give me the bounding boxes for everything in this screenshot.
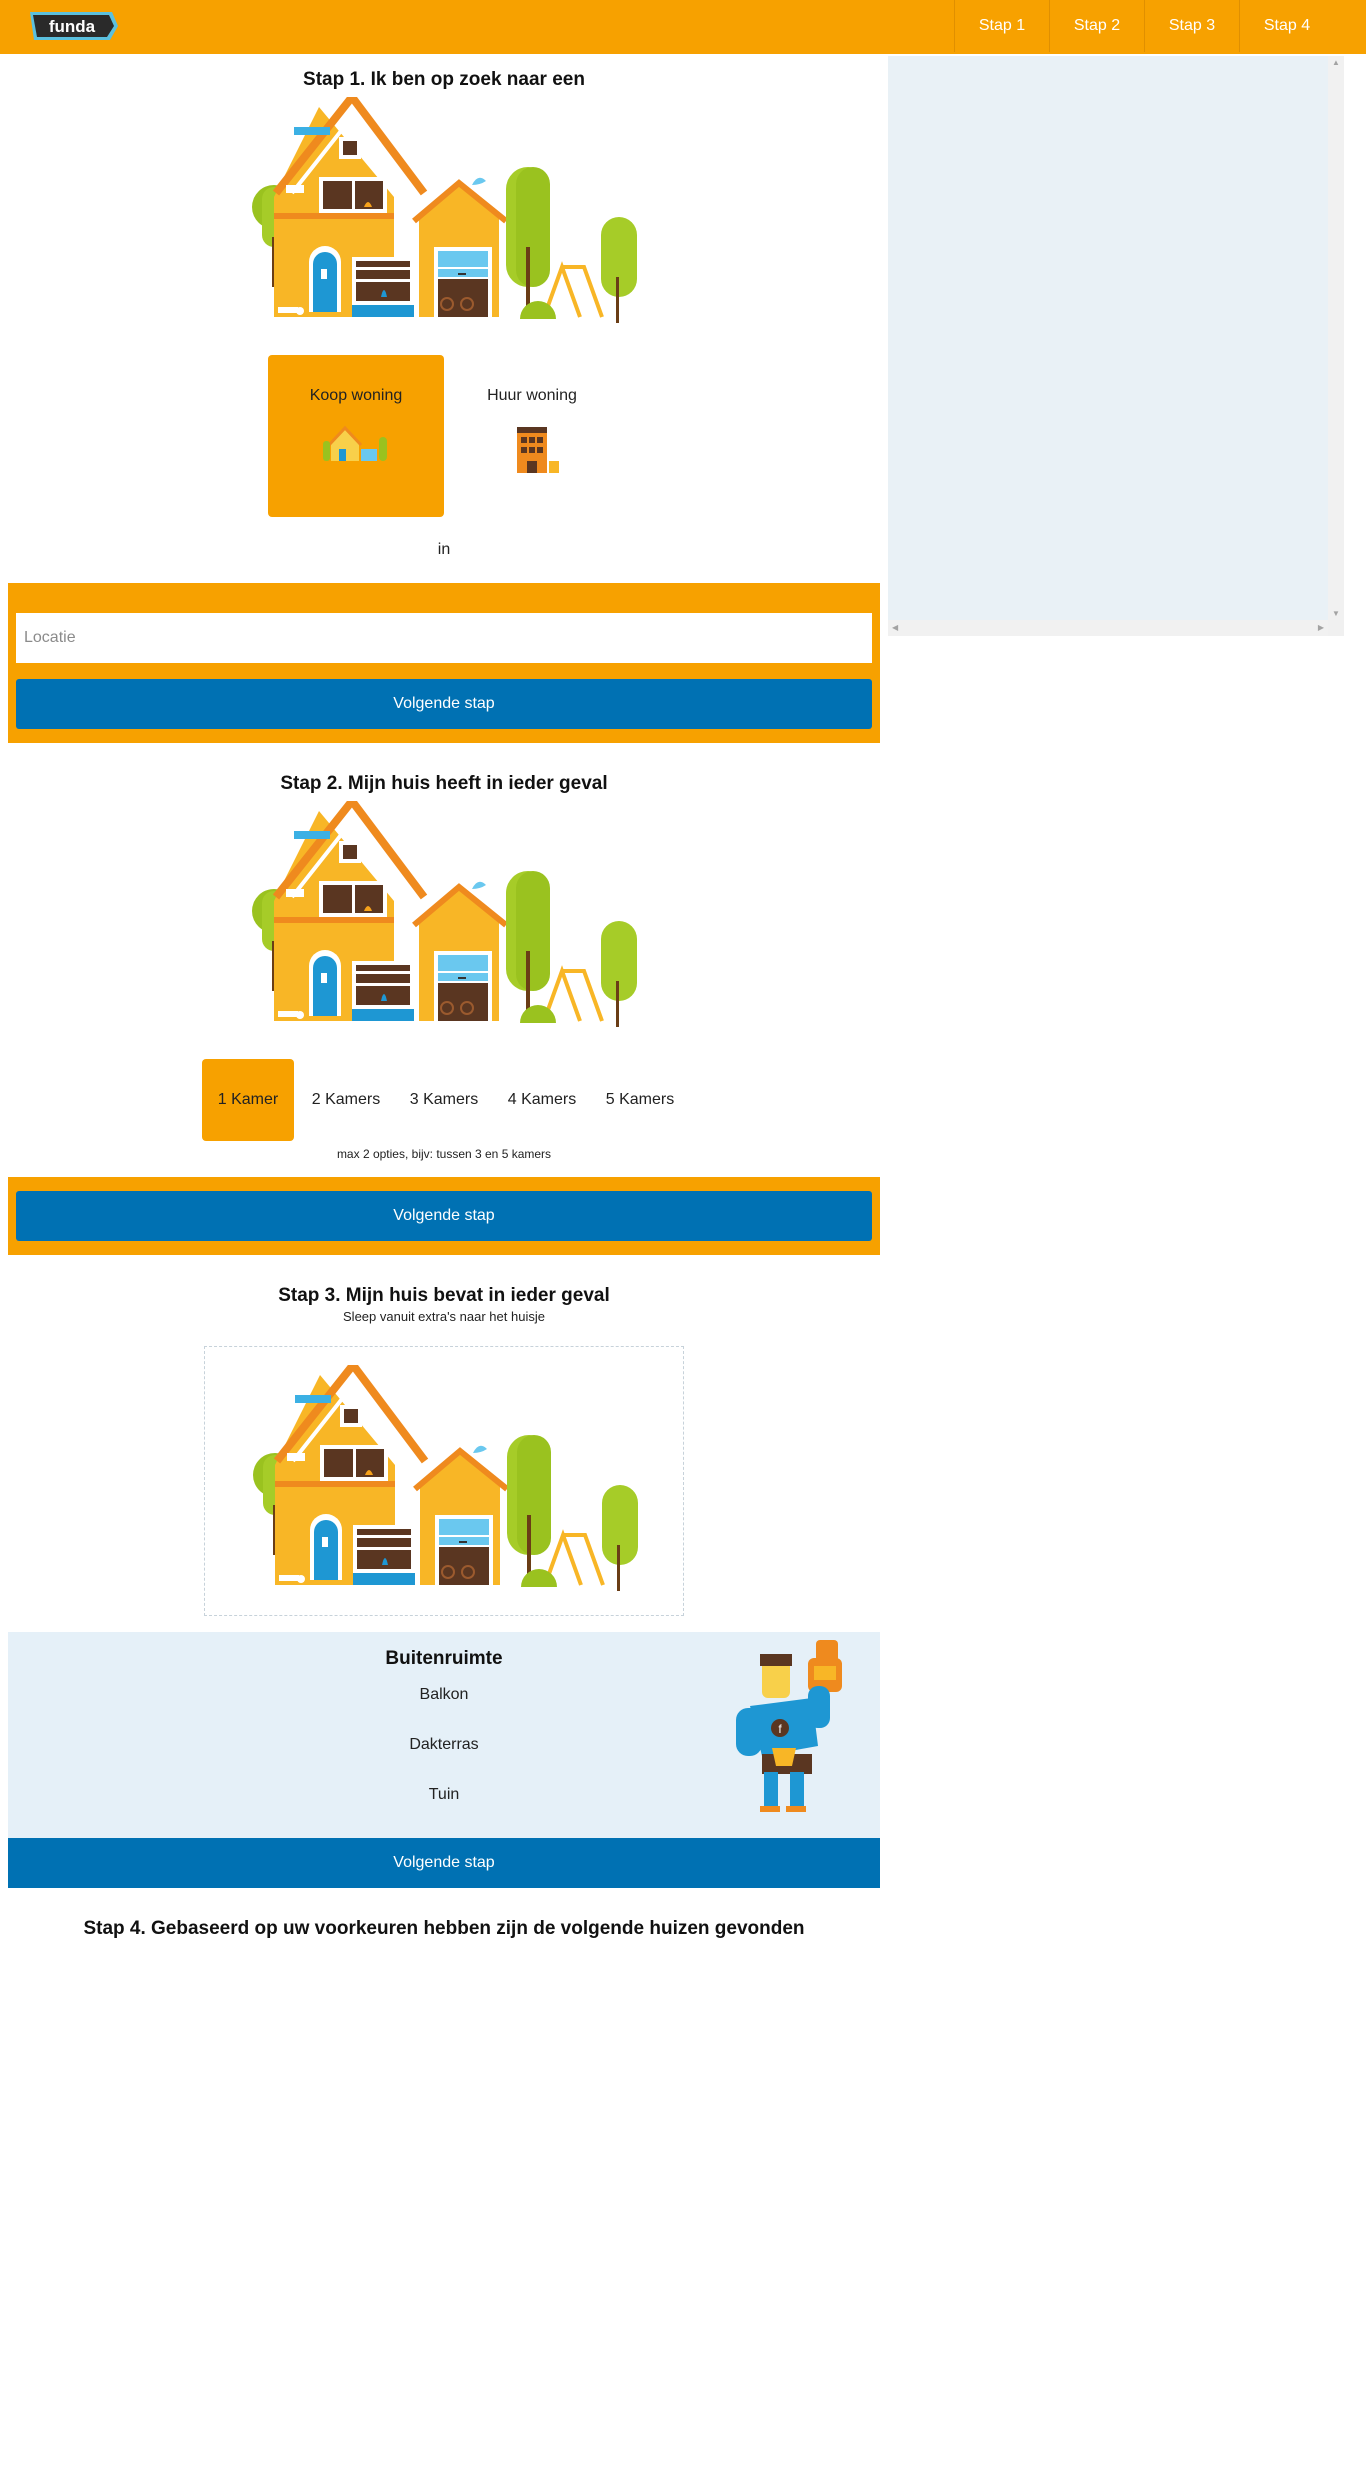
logo-text: funda: [49, 17, 96, 36]
nav-stap-1[interactable]: Stap 1: [954, 0, 1049, 52]
step-2-section: Stap 2. Mijn huis heeft in ieder geval 1…: [8, 743, 880, 1255]
step-3-section: Stap 3. Mijn huis bevat in ieder geval S…: [8, 1255, 880, 1888]
step-3-next-button[interactable]: Volgende stap: [8, 1838, 880, 1888]
room-hint: max 2 opties, bijv: tussen 3 en 5 kamers: [336, 1147, 552, 1161]
option-koop-woning[interactable]: Koop woning: [268, 355, 444, 517]
step-2-next-button[interactable]: Volgende stap: [16, 1191, 872, 1241]
option-huur-woning[interactable]: Huur woning: [444, 355, 620, 517]
apartment-building-icon: [517, 427, 559, 473]
step-2-actions: Volgende stap: [8, 1177, 880, 1255]
house-illustration: [253, 1365, 638, 1591]
step-4-section: Stap 4. Gebaseerd op uw voorkeuren hebbe…: [8, 1888, 880, 1940]
option-koop-label: Koop woning: [309, 387, 403, 404]
step-4-title: Stap 4. Gebaseerd op uw voorkeuren hebbe…: [83, 1918, 805, 1939]
step-1-section: Stap 1. Ik ben op zoek naar een Koop won…: [8, 54, 880, 743]
house-illustration: [252, 97, 637, 323]
in-label: in: [437, 541, 451, 558]
room-option-2[interactable]: 2 Kamers: [300, 1059, 392, 1141]
location-input[interactable]: [16, 613, 872, 663]
step-3-title: Stap 3. Mijn huis bevat in ieder geval: [278, 1285, 610, 1306]
side-panel: ▲ ▼ ◀ ▶: [888, 56, 1344, 636]
funda-logo[interactable]: funda: [24, 8, 120, 44]
step-1-next-button[interactable]: Volgende stap: [16, 679, 872, 729]
room-option-3[interactable]: 3 Kamers: [398, 1059, 490, 1141]
main-column: Stap 1. Ik ben op zoek naar een Koop won…: [8, 54, 880, 1940]
mascot-illustration: f: [736, 1640, 842, 1812]
vertical-scrollbar[interactable]: ▲ ▼: [1328, 56, 1344, 620]
nav-stap-3[interactable]: Stap 3: [1144, 0, 1239, 52]
side-panel-content: [888, 56, 1328, 620]
nav-stap-2[interactable]: Stap 2: [1049, 0, 1144, 52]
nav-stap-4[interactable]: Stap 4: [1239, 0, 1334, 52]
room-option-4[interactable]: 4 Kamers: [496, 1059, 588, 1141]
room-option-1[interactable]: 1 Kamer: [202, 1059, 294, 1141]
horizontal-scrollbar[interactable]: ◀ ▶: [888, 620, 1328, 636]
room-option-5[interactable]: 5 Kamers: [594, 1059, 686, 1141]
step-2-title: Stap 2. Mijn huis heeft in ieder geval: [280, 773, 608, 794]
scroll-left-arrow-icon[interactable]: ◀: [892, 623, 898, 632]
step-3-subtitle: Sleep vanuit extra's naar het huisje: [343, 1309, 545, 1324]
small-house-icon: [323, 425, 387, 461]
extras-panel: Buitenruimte Balkon Dakterras Tuin f: [8, 1632, 880, 1838]
scroll-down-arrow-icon[interactable]: ▼: [1332, 609, 1340, 618]
option-huur-label: Huur woning: [487, 387, 577, 404]
location-form: Volgende stap: [8, 583, 880, 743]
property-type-options: Koop woning Huur woning: [8, 355, 880, 517]
steps-navigation: Stap 1 Stap 2 Stap 3 Stap 4: [954, 0, 1334, 52]
scroll-up-arrow-icon[interactable]: ▲: [1332, 58, 1340, 67]
step-1-title: Stap 1. Ik ben op zoek naar een: [303, 69, 585, 90]
house-illustration: [252, 801, 637, 1027]
top-navigation-bar: funda Stap 1 Stap 2 Stap 3 Stap 4: [0, 0, 1366, 54]
room-count-options: 1 Kamer 2 Kamers 3 Kamers 4 Kamers 5 Kam…: [8, 1059, 880, 1141]
house-drop-zone[interactable]: [204, 1346, 684, 1616]
scroll-right-arrow-icon[interactable]: ▶: [1318, 623, 1324, 632]
